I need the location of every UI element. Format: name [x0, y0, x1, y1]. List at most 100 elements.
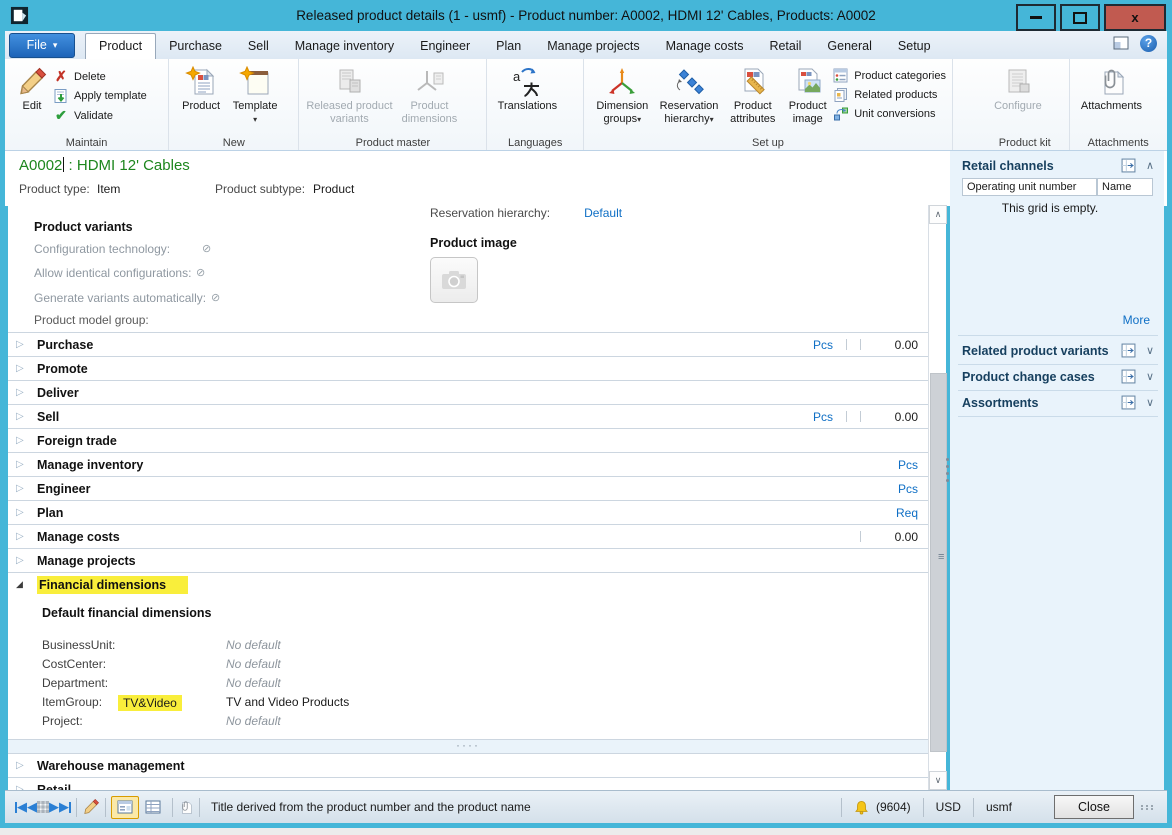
section-plan[interactable]: ▷ Plan Req	[8, 500, 928, 524]
validate-button[interactable]: ✔Validate	[53, 107, 147, 124]
expander-collapsed-icon[interactable]: ▷	[16, 507, 30, 518]
open-factbox-icon[interactable]	[1121, 158, 1136, 173]
first-record-button[interactable]: ◀	[15, 799, 27, 815]
open-factbox-icon[interactable]	[1121, 343, 1136, 358]
expander-collapsed-icon[interactable]: ▷	[16, 760, 30, 771]
column-name[interactable]: Name	[1097, 178, 1153, 196]
department-value[interactable]: No default	[226, 676, 281, 690]
expander-collapsed-icon[interactable]: ▷	[16, 363, 30, 374]
factbox-assortments[interactable]: Assortments ∨	[962, 395, 1156, 410]
expander-collapsed-icon[interactable]: ▷	[16, 435, 30, 446]
project-value[interactable]: No default	[226, 714, 281, 728]
unit-link[interactable]: Pcs	[898, 458, 918, 472]
itemgroup-value-highlighted[interactable]: TV&Video	[118, 695, 182, 711]
tab-product[interactable]: Product	[85, 33, 156, 59]
factbox-product-change-cases[interactable]: Product change cases ∨	[962, 369, 1156, 384]
section-manage-inventory[interactable]: ▷ Manage inventory Pcs	[8, 452, 928, 476]
apply-template-button[interactable]: Apply template	[53, 88, 147, 104]
expander-collapsed-icon[interactable]: ▷	[16, 339, 30, 350]
expand-chevron-icon[interactable]: ∨	[1144, 396, 1156, 409]
delete-button[interactable]: ✗Delete	[53, 68, 147, 85]
costcenter-value[interactable]: No default	[226, 657, 281, 671]
company-indicator[interactable]: usmf	[986, 800, 1012, 814]
businessunit-value[interactable]: No default	[226, 638, 281, 652]
unit-link[interactable]: Pcs	[813, 410, 833, 424]
minimize-button[interactable]	[1016, 4, 1056, 31]
layout-toggle-icon[interactable]	[1112, 35, 1130, 51]
section-purchase[interactable]: ▷ Purchase Pcs0.00	[8, 332, 928, 356]
tab-setup[interactable]: Setup	[885, 34, 944, 59]
scroll-up-arrow[interactable]: ∧	[929, 205, 947, 224]
tab-purchase[interactable]: Purchase	[156, 34, 235, 59]
open-factbox-icon[interactable]	[1121, 395, 1136, 410]
close-form-button[interactable]: Close	[1054, 795, 1134, 819]
unit-link[interactable]: Pcs	[813, 338, 833, 352]
currency-indicator[interactable]: USD	[936, 800, 961, 814]
last-record-button[interactable]: ▶	[59, 799, 71, 815]
product-subtype-value[interactable]: Product	[313, 182, 354, 196]
section-retail[interactable]: ▷ Retail	[8, 777, 928, 790]
section-manage-costs[interactable]: ▷ Manage costs 0.00	[8, 524, 928, 548]
notifications-count[interactable]: (9604)	[876, 800, 911, 814]
expander-collapsed-icon[interactable]: ▷	[16, 459, 30, 470]
grid-view-button[interactable]	[139, 796, 167, 819]
section-deliver[interactable]: ▷ Deliver	[8, 380, 928, 404]
section-resize-handle[interactable]: ····	[8, 739, 928, 753]
collapse-chevron-icon[interactable]: ∧	[1144, 159, 1156, 172]
expander-expanded-icon[interactable]: ◢	[16, 579, 30, 590]
product-type-value[interactable]: Item	[97, 182, 215, 196]
new-template-button[interactable]: Template ▾	[227, 62, 283, 124]
vertical-scrollbar[interactable]: ∧ ∨	[928, 205, 946, 790]
more-link[interactable]: More	[1123, 313, 1150, 327]
notifications-bell-icon[interactable]	[854, 800, 869, 815]
next-record-button[interactable]: ▶	[49, 799, 59, 815]
resize-grip[interactable]	[1141, 805, 1155, 810]
section-foreign-trade[interactable]: ▷ Foreign trade	[8, 428, 928, 452]
close-window-button[interactable]: x	[1104, 4, 1166, 31]
tab-manage-inventory[interactable]: Manage inventory	[282, 34, 407, 59]
factbox-retail-channels[interactable]: Retail channels ∧	[962, 158, 1156, 173]
section-warehouse-management[interactable]: ▷ Warehouse management	[8, 753, 928, 777]
reservation-hierarchy-button[interactable]: Reservation hierarchy▾	[655, 62, 724, 125]
tab-manage-projects[interactable]: Manage projects	[534, 34, 652, 59]
tab-general[interactable]: General	[814, 34, 884, 59]
unit-link[interactable]: Pcs	[898, 482, 918, 496]
product-image-placeholder[interactable]	[430, 257, 478, 303]
attachments-button[interactable]: Attachments	[1076, 62, 1148, 113]
file-menu-button[interactable]: File ▾	[9, 33, 75, 58]
related-products-button[interactable]: Related products	[833, 87, 946, 103]
expand-chevron-icon[interactable]: ∨	[1144, 344, 1156, 357]
tab-engineer[interactable]: Engineer	[407, 34, 483, 59]
tab-plan[interactable]: Plan	[483, 34, 534, 59]
open-factbox-icon[interactable]	[1121, 369, 1136, 384]
tab-retail[interactable]: Retail	[756, 34, 814, 59]
expander-collapsed-icon[interactable]: ▷	[16, 387, 30, 398]
section-promote[interactable]: ▷ Promote	[8, 356, 928, 380]
document-handling-icon[interactable]	[178, 799, 194, 816]
maximize-button[interactable]	[1060, 4, 1100, 31]
expander-collapsed-icon[interactable]: ▷	[16, 555, 30, 566]
translations-button[interactable]: a Translations	[493, 62, 561, 113]
unit-conversions-button[interactable]: Unit conversions	[833, 106, 946, 122]
section-engineer[interactable]: ▷ Engineer Pcs	[8, 476, 928, 500]
expand-chevron-icon[interactable]: ∨	[1144, 370, 1156, 383]
dimension-groups-button[interactable]: Dimension groups▾	[590, 62, 655, 125]
expander-collapsed-icon[interactable]: ▷	[16, 531, 30, 542]
previous-record-button[interactable]: ◀	[27, 799, 37, 815]
product-number[interactable]: A0002	[19, 157, 62, 174]
form-view-button[interactable]	[111, 796, 139, 819]
product-categories-button[interactable]: Product categories	[833, 68, 946, 84]
tab-manage-costs[interactable]: Manage costs	[653, 34, 757, 59]
scroll-down-arrow[interactable]: ∨	[929, 771, 947, 790]
tab-sell[interactable]: Sell	[235, 34, 282, 59]
product-attributes-button[interactable]: Product attributes	[723, 62, 782, 125]
factbox-related-product-variants[interactable]: Related product variants ∨	[962, 343, 1156, 358]
unit-link[interactable]: Req	[896, 506, 918, 520]
reservation-hierarchy-value[interactable]: Default	[584, 206, 622, 220]
product-image-button[interactable]: Product image	[782, 62, 833, 125]
column-operating-unit-number[interactable]: Operating unit number	[962, 178, 1097, 196]
new-product-button[interactable]: Product	[175, 62, 227, 113]
help-icon[interactable]: ?	[1140, 35, 1157, 52]
section-sell[interactable]: ▷ Sell Pcs0.00	[8, 404, 928, 428]
edit-button[interactable]: Edit	[11, 62, 53, 113]
